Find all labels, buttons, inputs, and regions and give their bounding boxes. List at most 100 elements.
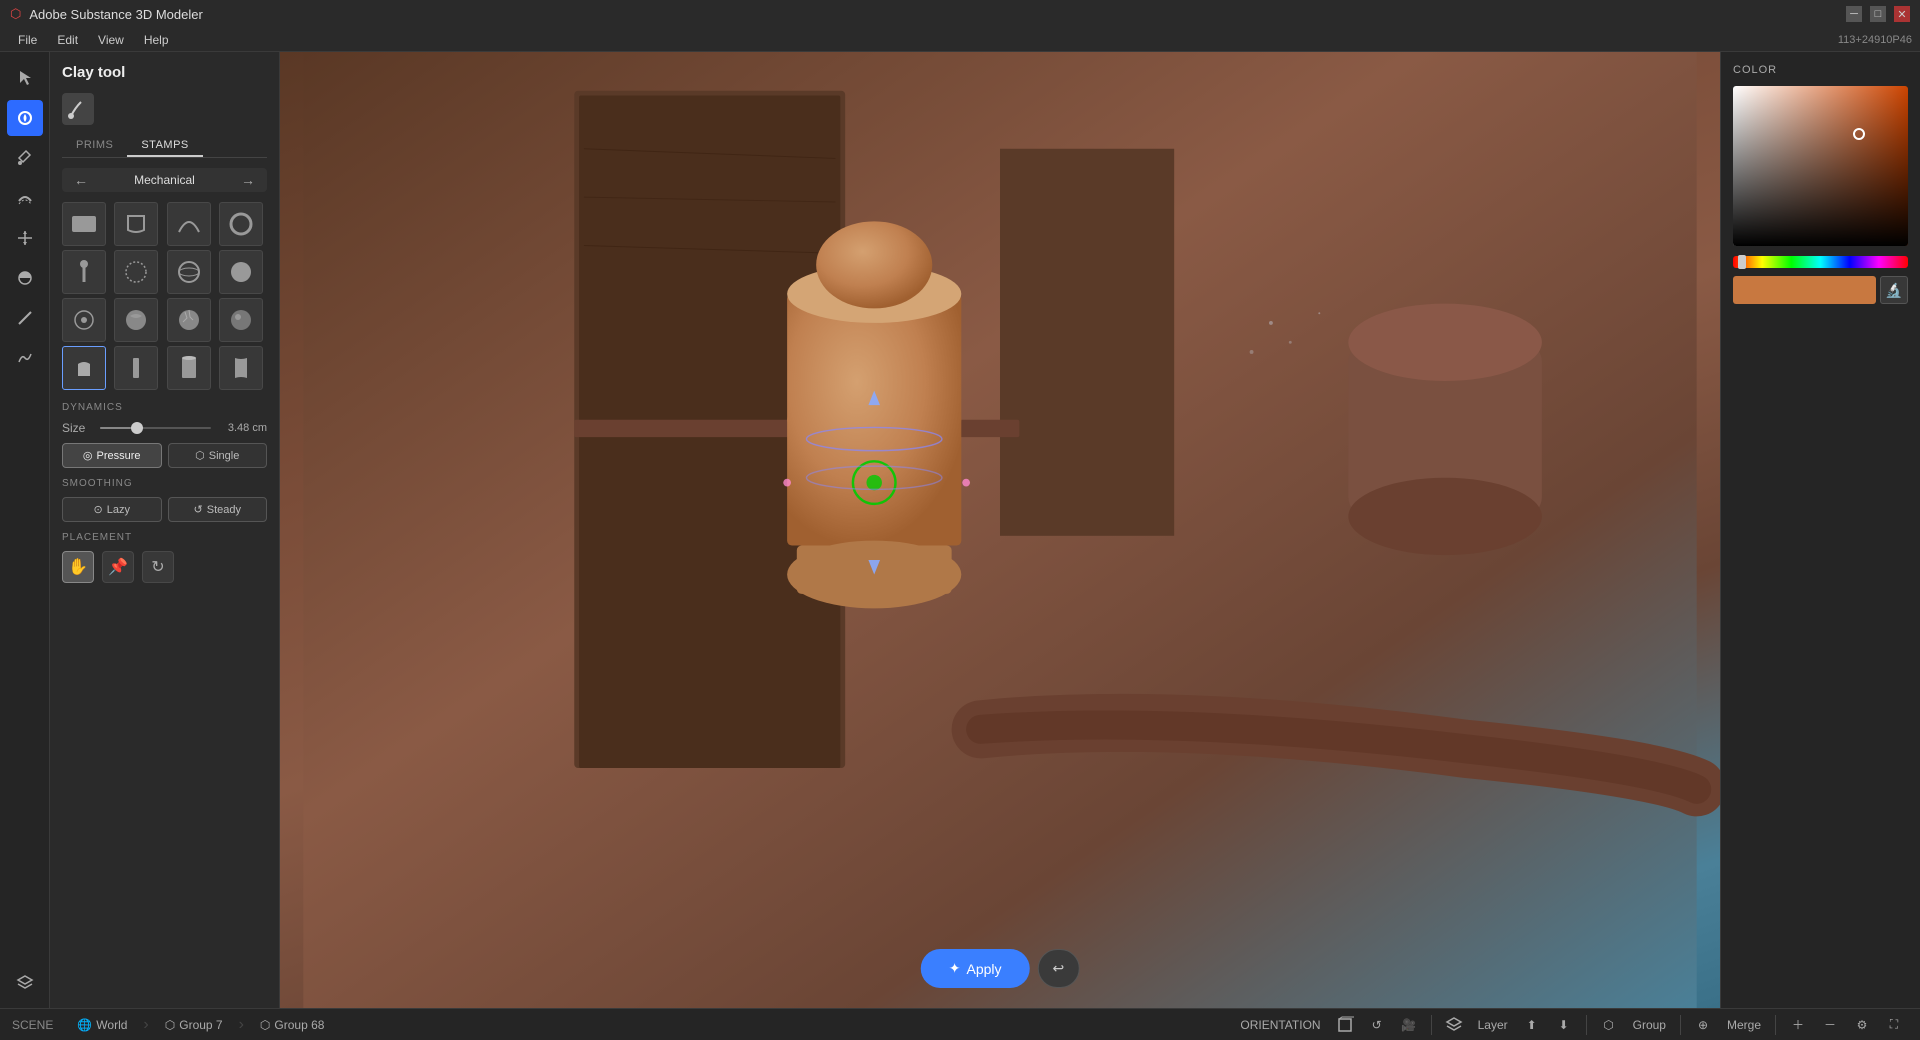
line-tool[interactable] bbox=[7, 300, 43, 336]
select-tool[interactable] bbox=[7, 60, 43, 96]
brush-icon-display bbox=[62, 93, 94, 125]
left-panel: Clay tool PRIMS STAMPS ← Mechanical → bbox=[50, 52, 280, 1008]
export-button[interactable]: ⬆ bbox=[1518, 1011, 1546, 1039]
category-next[interactable]: → bbox=[237, 172, 259, 188]
stamp-sphere-cracked[interactable] bbox=[167, 298, 211, 342]
category-prev[interactable]: ← bbox=[70, 172, 92, 188]
app-title: Adobe Substance 3D Modeler bbox=[29, 7, 202, 22]
statusbar-group7[interactable]: ⬡ Group 7 bbox=[157, 1016, 231, 1034]
reset-orientation-button[interactable]: ↺ bbox=[1363, 1011, 1391, 1039]
layer-tool[interactable] bbox=[7, 964, 43, 1000]
stamp-cup-small[interactable] bbox=[62, 346, 106, 390]
camera-button[interactable]: 🎥 bbox=[1395, 1011, 1423, 1039]
stamp-sphere-bumped[interactable] bbox=[114, 298, 158, 342]
apply-button[interactable]: ✦ Apply bbox=[921, 949, 1030, 988]
group-label: Group bbox=[1627, 1018, 1672, 1032]
single-icon: ⬡ bbox=[195, 449, 205, 462]
stamp-nail[interactable] bbox=[62, 250, 106, 294]
stamp-sphere-solid[interactable] bbox=[219, 250, 263, 294]
titlebar-left: ⬡ Adobe Substance 3D Modeler bbox=[10, 6, 203, 22]
titlebar-controls[interactable]: ─ □ ✕ bbox=[1846, 6, 1910, 22]
add-button[interactable]: ＋ bbox=[1784, 1011, 1812, 1039]
stamp-circle-dots[interactable] bbox=[62, 298, 106, 342]
size-slider[interactable] bbox=[100, 427, 211, 429]
hue-bar[interactable] bbox=[1733, 256, 1908, 268]
pressure-single-row: ◎ Pressure ⬡ Single bbox=[62, 443, 267, 468]
maximize-button[interactable]: □ bbox=[1870, 6, 1886, 22]
statusbar: SCENE 🌐 World › ⬡ Group 7 › ⬡ Group 68 O… bbox=[0, 1008, 1920, 1040]
smoothing-title: SMOOTHING bbox=[62, 478, 267, 489]
steady-icon: ↺ bbox=[194, 503, 203, 516]
layer-icon-btn[interactable] bbox=[1440, 1011, 1468, 1039]
viewport[interactable]: ✦ Apply ↩ bbox=[280, 52, 1720, 1008]
menu-view[interactable]: View bbox=[88, 31, 134, 49]
group7-label: Group 7 bbox=[179, 1018, 222, 1032]
menu-edit[interactable]: Edit bbox=[47, 31, 88, 49]
import-button[interactable]: ⬇ bbox=[1550, 1011, 1578, 1039]
color-picker[interactable] bbox=[1733, 86, 1908, 246]
apply-area: ✦ Apply ↩ bbox=[921, 949, 1080, 988]
stamp-cylinder-wavy[interactable] bbox=[219, 346, 263, 390]
settings-button[interactable]: ⚙ bbox=[1848, 1011, 1876, 1039]
statusbar-right: ORIENTATION ↺ 🎥 Layer ⬆ ⬇ ⬡ Group ⊕ Merg… bbox=[1234, 1011, 1908, 1039]
eyedropper-icon: 🔬 bbox=[1885, 282, 1902, 299]
smoothing-row: ⊙ Lazy ↺ Steady bbox=[62, 497, 267, 522]
stamp-sphere-smooth[interactable] bbox=[219, 298, 263, 342]
tab-stamps[interactable]: STAMPS bbox=[127, 135, 202, 157]
category-label: Mechanical bbox=[92, 173, 237, 187]
undo-button[interactable]: ↩ bbox=[1038, 949, 1080, 988]
eyedropper-button[interactable]: 🔬 bbox=[1880, 276, 1908, 304]
size-slider-row: Size 3.48 cm bbox=[62, 421, 267, 435]
smooth-tool[interactable] bbox=[7, 340, 43, 376]
steady-button[interactable]: ↺ Steady bbox=[168, 497, 268, 522]
viewport-canvas bbox=[280, 52, 1720, 1008]
place-stamp[interactable]: 📌 bbox=[102, 551, 134, 583]
group-icon-btn[interactable]: ⬡ bbox=[1595, 1011, 1623, 1039]
merge-icon-btn[interactable]: ⊕ bbox=[1689, 1011, 1717, 1039]
menu-help[interactable]: Help bbox=[134, 31, 179, 49]
tab-row: PRIMS STAMPS bbox=[62, 135, 267, 158]
stamp-flat-rect[interactable] bbox=[62, 202, 106, 246]
subtract-button[interactable]: － bbox=[1816, 1011, 1844, 1039]
menu-file[interactable]: File bbox=[8, 31, 47, 49]
transform-tool[interactable] bbox=[7, 220, 43, 256]
place-surface[interactable]: ✋ bbox=[62, 551, 94, 583]
size-value: 3.48 cm bbox=[219, 422, 267, 434]
place-rotate[interactable]: ↻ bbox=[142, 551, 174, 583]
apply-icon: ✦ bbox=[949, 960, 961, 977]
close-button[interactable]: ✕ bbox=[1894, 6, 1910, 22]
mask-tool[interactable] bbox=[7, 260, 43, 296]
orientation-cube-button[interactable] bbox=[1331, 1011, 1359, 1039]
paint-tool[interactable] bbox=[7, 140, 43, 176]
pressure-icon: ◎ bbox=[83, 449, 93, 462]
lazy-button[interactable]: ⊙ Lazy bbox=[62, 497, 162, 522]
stamp-arc[interactable] bbox=[167, 202, 211, 246]
pressure-button[interactable]: ◎ Pressure bbox=[62, 443, 162, 468]
clay-tool[interactable] bbox=[7, 100, 43, 136]
right-panel: COLOR 🔬 bbox=[1720, 52, 1920, 1008]
fullscreen-button[interactable]: ⛶ bbox=[1880, 1011, 1908, 1039]
color-preview bbox=[1733, 276, 1876, 304]
stamp-ring[interactable] bbox=[219, 202, 263, 246]
stamp-cylinder-box[interactable] bbox=[167, 346, 211, 390]
placement-title: PLACEMENT bbox=[62, 532, 267, 543]
stamp-cylinder-thin[interactable] bbox=[114, 346, 158, 390]
world-label: World bbox=[96, 1018, 127, 1032]
tab-prims[interactable]: PRIMS bbox=[62, 135, 127, 157]
minimize-button[interactable]: ─ bbox=[1846, 6, 1862, 22]
statusbar-group68[interactable]: ⬡ Group 68 bbox=[252, 1016, 333, 1034]
titlebar: ⬡ Adobe Substance 3D Modeler ─ □ ✕ bbox=[0, 0, 1920, 28]
coords-display: 113+24910P46 bbox=[1838, 34, 1912, 46]
menubar: File Edit View Help 113+24910P46 bbox=[0, 28, 1920, 52]
lazy-icon: ⊙ bbox=[94, 503, 103, 516]
category-nav: ← Mechanical → bbox=[62, 168, 267, 192]
divider2: › bbox=[239, 1016, 244, 1034]
statusbar-world[interactable]: 🌐 World bbox=[69, 1016, 135, 1034]
group7-icon: ⬡ bbox=[165, 1018, 175, 1032]
stamp-sphere-dotted[interactable] bbox=[114, 250, 158, 294]
single-button[interactable]: ⬡ Single bbox=[168, 443, 268, 468]
sculpt-tool[interactable] bbox=[7, 180, 43, 216]
stamp-sphere-ring[interactable] bbox=[167, 250, 211, 294]
group68-label: Group 68 bbox=[274, 1018, 324, 1032]
stamp-cup[interactable] bbox=[114, 202, 158, 246]
